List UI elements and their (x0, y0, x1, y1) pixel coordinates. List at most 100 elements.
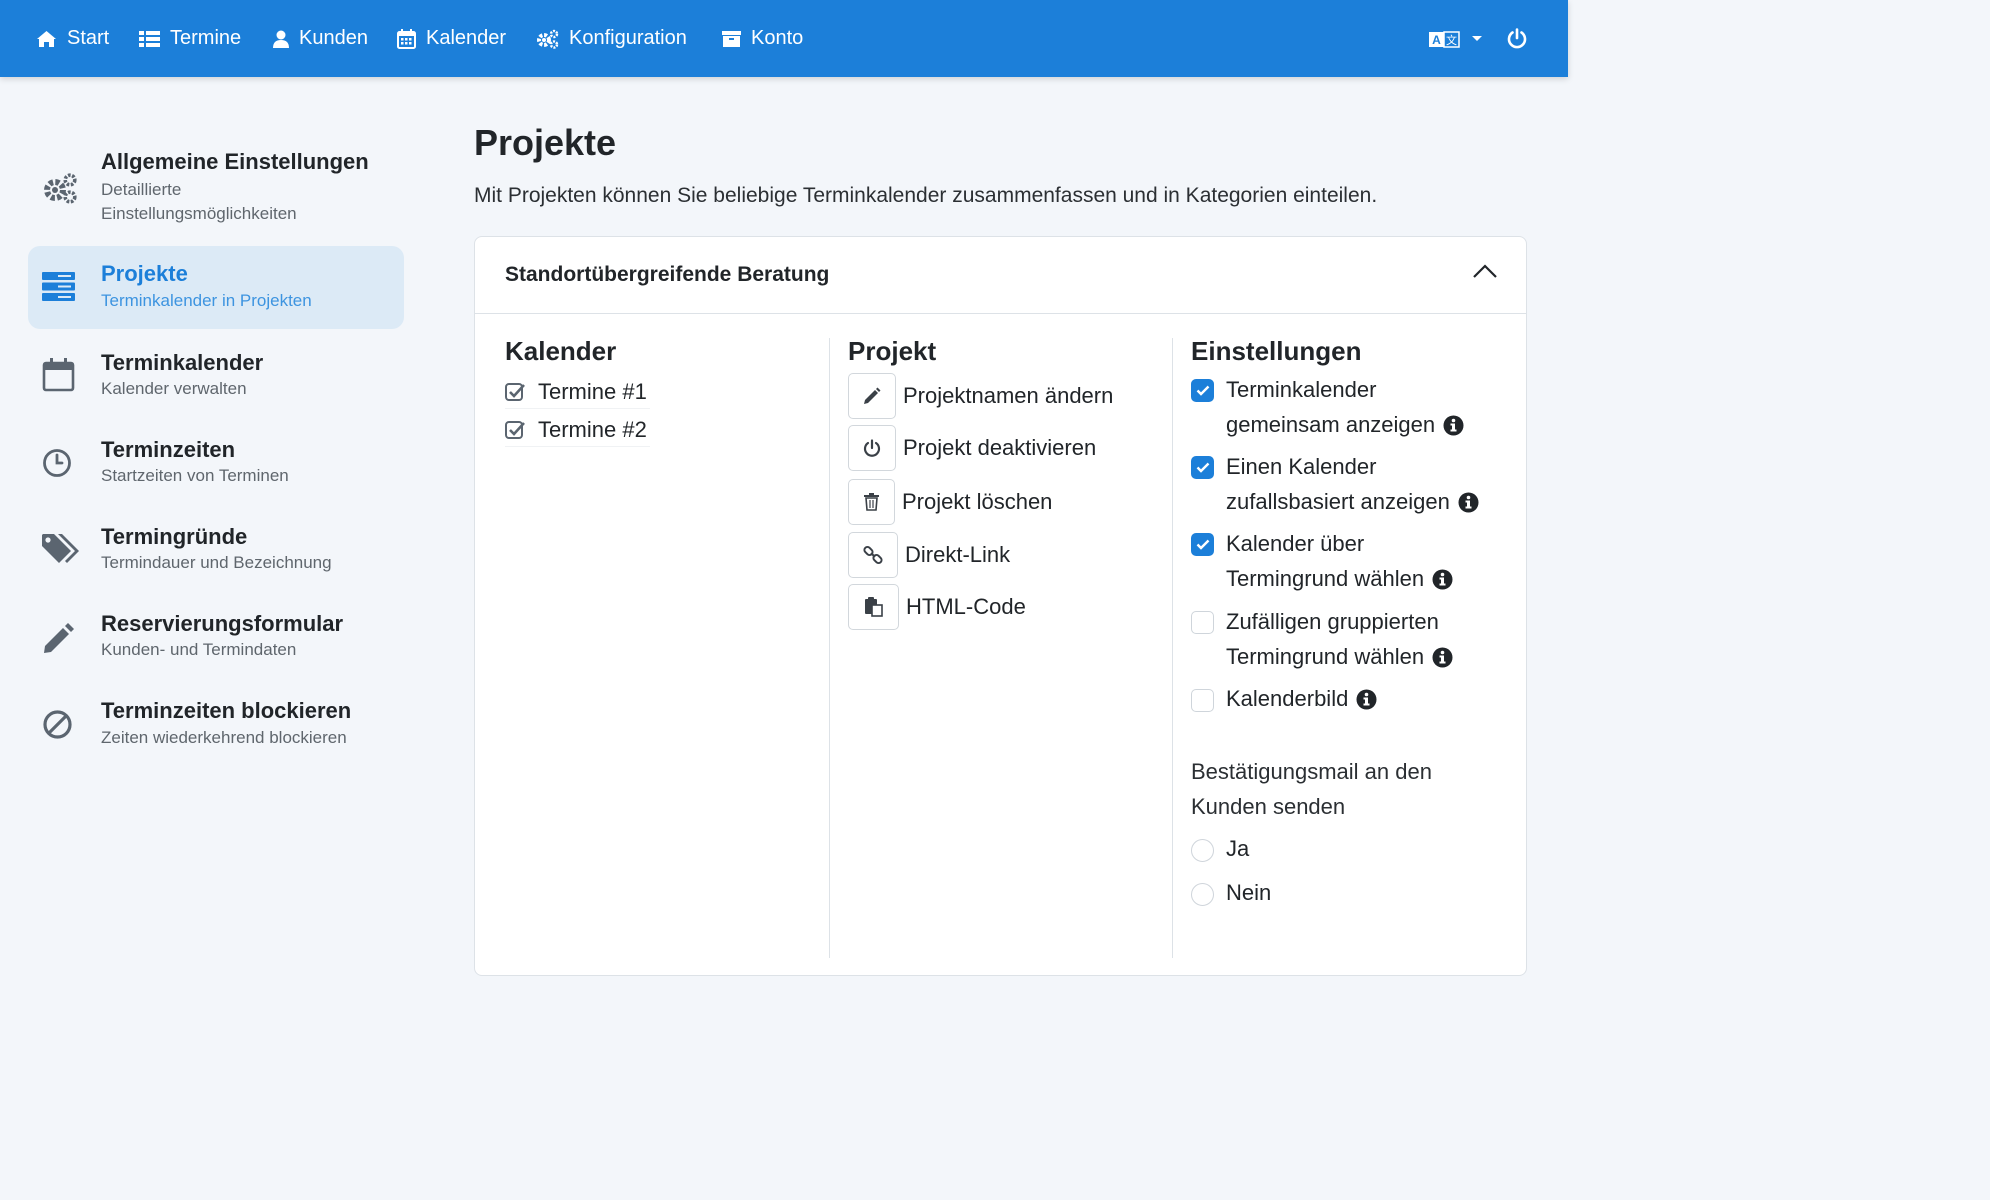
nav-label: Kalender (426, 27, 507, 49)
pencil-icon (44, 623, 74, 653)
radio-label: Ja (1226, 836, 1250, 861)
radio-label: Nein (1226, 880, 1272, 905)
sidebar-item-termingruende[interactable]: Termingründe Termindauer und Bezeichnung (28, 514, 404, 589)
option-kalender-ueber-termingrund-checkbox[interactable] (1191, 533, 1214, 556)
option-label-line1: Kalenderbild (1226, 686, 1377, 712)
info-icon[interactable] (1356, 689, 1377, 710)
action-label: Projekt deaktivieren (903, 435, 1097, 460)
logout-button[interactable] (1507, 0, 1527, 77)
nav-label: Kunden (299, 27, 368, 49)
html-code-action[interactable]: HTML-Code (848, 584, 1026, 630)
option-kalenderbild-checkbox[interactable] (1191, 689, 1214, 712)
radio-nein[interactable] (1191, 883, 1214, 906)
option-label-line2: gemeinsam anzeigen (1226, 412, 1464, 438)
nav-kalender[interactable]: Kalender (397, 0, 506, 77)
option-label-line2: Termingrund wählen (1226, 644, 1453, 670)
option-label-text: zufallsbasiert anzeigen (1226, 489, 1450, 514)
calendar-list-item: Termine #2 (505, 413, 650, 447)
option-label-text: Termingrund wählen (1226, 644, 1425, 669)
option-zufaelliger-termingrund-checkbox[interactable] (1191, 611, 1214, 634)
column-divider (1172, 338, 1173, 958)
paste-icon (864, 597, 883, 617)
sidebar-item-terminzeiten[interactable]: Terminzeiten Startzeiten von Terminen (28, 427, 404, 502)
sidebar-item-title: Termingründe (101, 524, 248, 549)
nav-termine[interactable]: Termine (139, 0, 241, 77)
sidebar-item-reservierungsformular[interactable]: Reservierungsformular Kunden- und Termin… (28, 601, 404, 676)
nav-start[interactable]: Start (36, 0, 109, 77)
svg-text:文: 文 (1446, 33, 1457, 47)
sidebar-item-title: Terminkalender (101, 350, 264, 375)
nav-kunden[interactable]: Kunden (273, 0, 368, 77)
option-label-line2: zufallsbasiert anzeigen (1226, 489, 1479, 515)
link-icon (863, 545, 883, 565)
einstellungen-heading: Einstellungen (1191, 336, 1362, 366)
sidebar-item-subtitle: Startzeiten von Terminen (101, 466, 289, 485)
action-label: Projekt löschen (902, 489, 1053, 514)
sidebar-item-title: Allgemeine Einstellungen (101, 149, 369, 174)
rename-project-action[interactable]: Projektnamen ändern (848, 373, 1113, 419)
option-terminkalender-gemeinsam-checkbox[interactable] (1191, 379, 1214, 402)
direct-link-button[interactable] (848, 532, 898, 578)
action-label: Direkt-Link (905, 542, 1011, 567)
sidebar-item-terminkalender[interactable]: Terminkalender Kalender verwalten (28, 340, 404, 415)
confirmation-mail-label: Bestätigungsmail an den (1191, 759, 1432, 784)
top-navbar: Start Termine Kunden Kalender Konfigurat… (0, 0, 1568, 77)
sidebar-item-projekte[interactable]: Projekte Terminkalender in Projekten (28, 246, 404, 329)
calendar-name: Termine #1 (538, 378, 647, 404)
user-icon (273, 30, 289, 48)
power-icon (1507, 28, 1527, 49)
nav-label: Termine (170, 27, 242, 49)
checkbox-checked-icon (505, 420, 525, 439)
nav-konto[interactable]: Konto (722, 0, 803, 77)
page-description: Mit Projekten können Sie beliebige Termi… (474, 184, 1378, 207)
trash-icon (864, 493, 879, 511)
nav-konfiguration[interactable]: Konfiguration (536, 0, 687, 77)
kalender-heading: Kalender (505, 336, 617, 366)
calendar-list-item: Termine #1 (505, 375, 650, 409)
server-icon (42, 272, 75, 301)
collapse-button[interactable] (1472, 263, 1498, 284)
calendar-icon (397, 28, 416, 49)
action-label: HTML-Code (906, 594, 1026, 619)
language-dropdown[interactable]: A文 (1429, 0, 1483, 77)
pencil-icon (864, 387, 881, 404)
info-icon[interactable] (1432, 647, 1453, 668)
card-header[interactable]: Standortübergreifende Beratung (475, 237, 1526, 314)
action-label: Projektnamen ändern (903, 383, 1114, 408)
archive-icon (722, 30, 741, 47)
nav-label: Konfiguration (569, 27, 687, 49)
option-label-line1: Terminkalender (1226, 377, 1377, 402)
delete-project-button[interactable] (848, 479, 895, 525)
home-icon (37, 30, 56, 47)
clock-icon (43, 449, 71, 477)
sidebar-item-subtitle: Kalender verwalten (101, 379, 247, 398)
sidebar-item-terminzeiten-blockieren[interactable]: Terminzeiten blockieren Zeiten wiederkeh… (28, 688, 404, 763)
option-label-text: Kalenderbild (1226, 686, 1349, 711)
radio-ja[interactable] (1191, 839, 1214, 862)
html-code-button[interactable] (848, 584, 899, 630)
chevron-down-icon (1472, 35, 1482, 41)
option-label-line1: Zufälligen gruppierten (1226, 609, 1439, 634)
rename-project-button[interactable] (848, 373, 896, 419)
info-icon[interactable] (1432, 569, 1453, 590)
info-icon[interactable] (1458, 492, 1479, 513)
page-title: Projekte (474, 122, 617, 163)
deactivate-project-action[interactable]: Projekt deaktivieren (848, 425, 1096, 471)
direct-link-action[interactable]: Direkt-Link (848, 532, 1010, 578)
power-icon (863, 438, 881, 457)
list-icon (139, 30, 160, 47)
calendar-name: Termine #2 (538, 416, 647, 442)
option-label-line1: Einen Kalender (1226, 454, 1377, 479)
option-label-text: Termingrund wählen (1226, 566, 1425, 591)
calendar-icon (42, 358, 75, 392)
option-label-line2: Termingrund wählen (1226, 566, 1453, 592)
option-zufallsbasiert-checkbox[interactable] (1191, 456, 1214, 479)
confirmation-mail-label: Kunden senden (1191, 794, 1346, 819)
deactivate-project-button[interactable] (848, 425, 896, 471)
sidebar-item-title: Terminzeiten (101, 437, 236, 462)
info-icon[interactable] (1443, 415, 1464, 436)
translate-icon: A文 (1429, 30, 1460, 48)
sidebar-item-title: Reservierungsformular (101, 611, 344, 636)
delete-project-action[interactable]: Projekt löschen (848, 479, 1052, 525)
sidebar-item-allgemeine-einstellungen[interactable]: Allgemeine Einstellungen Detaillierte Ei… (28, 140, 404, 234)
